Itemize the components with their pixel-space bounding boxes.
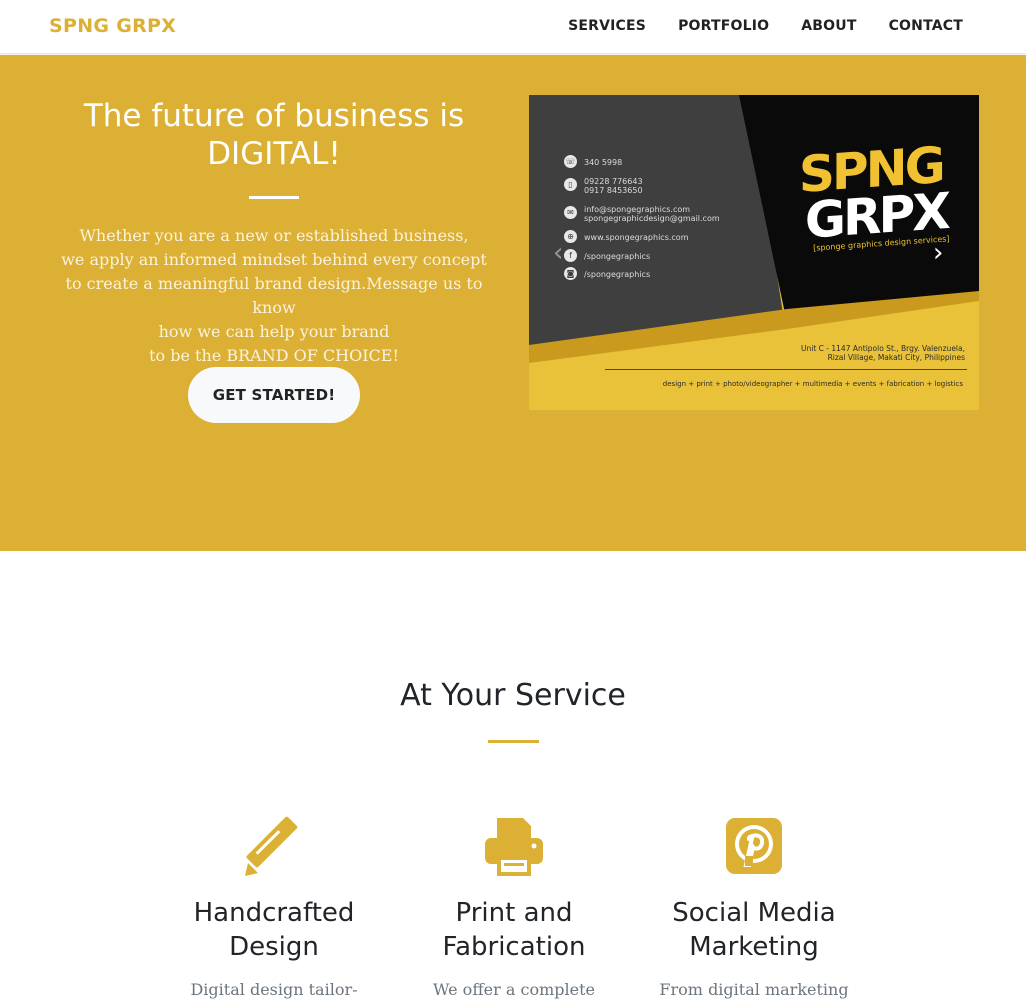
phone-icon: ☏ <box>564 155 577 168</box>
card-mobile-text: 0917 8453650 <box>584 186 643 195</box>
service-item-design: Handcrafted Design Digital design tailor… <box>164 814 384 1002</box>
nav-links: SERVICES PORTFOLIO ABOUT CONTACT <box>568 18 963 34</box>
mail-icon: ✉ <box>564 206 577 219</box>
card-divider <box>605 369 967 370</box>
service-title-line: Handcrafted <box>193 898 355 928</box>
nav-link-portfolio[interactable]: PORTFOLIO <box>678 18 769 34</box>
image-carousel[interactable]: ☏ 340 5998 ▯ 09228 776643 0917 8453650 ✉… <box>529 95 979 410</box>
hero-title-line: DIGITAL! <box>207 136 341 172</box>
service-title-line: Marketing <box>689 932 819 962</box>
mobile-icon: ▯ <box>564 178 577 191</box>
hero-title: The future of business is DIGITAL! <box>44 97 504 173</box>
card-email-text: spongegraphicdesign@gmail.com <box>584 214 720 223</box>
service-title: Handcrafted Design <box>164 896 384 964</box>
service-description: From digital marketing <box>659 980 849 999</box>
hero-text-line: to create a meaningful brand design.Mess… <box>65 274 483 317</box>
service-title-line: Social Media <box>672 898 836 928</box>
card-services-tagline: design + print + photo/videographer + mu… <box>662 380 963 388</box>
pencil-icon <box>245 816 298 876</box>
service-title-line: Design <box>229 932 319 962</box>
get-started-button[interactable]: GET STARTED! <box>188 367 360 423</box>
brand-logo-link[interactable]: SPNG GRPX <box>49 15 176 37</box>
service-item-social: Social Media Marketing From digital mark… <box>644 814 864 1002</box>
service-description: We offer a complete <box>432 980 595 999</box>
card-phone-text: 340 5998 <box>584 158 623 167</box>
pinterest-icon <box>726 818 782 874</box>
card-facebook-text: /spongegraphics <box>584 252 651 261</box>
printer-icon <box>485 818 543 876</box>
hero-text-line: how we can help your brand <box>158 322 390 341</box>
hero-text-line: to be the BRAND OF CHOICE! <box>149 346 399 365</box>
hero-title-line: The future of business is <box>83 98 465 134</box>
nav-link-contact[interactable]: CONTACT <box>889 18 963 34</box>
services-section-title: At Your Service <box>400 678 626 713</box>
card-address: Unit C - 1147 Antipolo St., Brgy. Valenz… <box>801 344 965 362</box>
card-email-text: info@spongegraphics.com <box>584 205 691 214</box>
service-title: Print and Fabrication <box>404 896 624 964</box>
carousel-next-icon[interactable]: › <box>933 240 953 266</box>
card-website-text: www.spongegraphics.com <box>584 233 689 242</box>
hero-divider <box>249 196 299 199</box>
carousel-prev-icon[interactable]: ‹ <box>553 240 573 266</box>
card-mobile-text: 09228 776643 <box>584 177 643 186</box>
service-title-line: Fabrication <box>442 932 586 962</box>
card-address-line: Rizal Village, Makati City, Philippines <box>827 353 965 362</box>
card-instagram-text: /spongegraphics <box>584 270 651 279</box>
navbar: SPNG GRPX SERVICES PORTFOLIO ABOUT CONTA… <box>0 0 1026 54</box>
hero-section: The future of business is DIGITAL! Wheth… <box>0 55 1026 551</box>
hero-description: Whether you are a new or established bus… <box>44 224 504 368</box>
services-divider <box>488 740 539 743</box>
nav-link-about[interactable]: ABOUT <box>801 18 856 34</box>
service-item-print: Print and Fabrication We offer a complet… <box>404 814 624 1002</box>
card-address-line: Unit C - 1147 Antipolo St., Brgy. Valenz… <box>801 344 965 353</box>
hero-text-line: Whether you are a new or established bus… <box>79 226 469 245</box>
service-title: Social Media Marketing <box>644 896 864 964</box>
hero-text-line: we apply an informed mindset behind ever… <box>61 250 487 269</box>
nav-link-services[interactable]: SERVICES <box>568 18 646 34</box>
service-description: Digital design tailor- <box>190 980 358 999</box>
instagram-icon: ◙ <box>564 267 577 280</box>
service-title-line: Print and <box>455 898 573 928</box>
